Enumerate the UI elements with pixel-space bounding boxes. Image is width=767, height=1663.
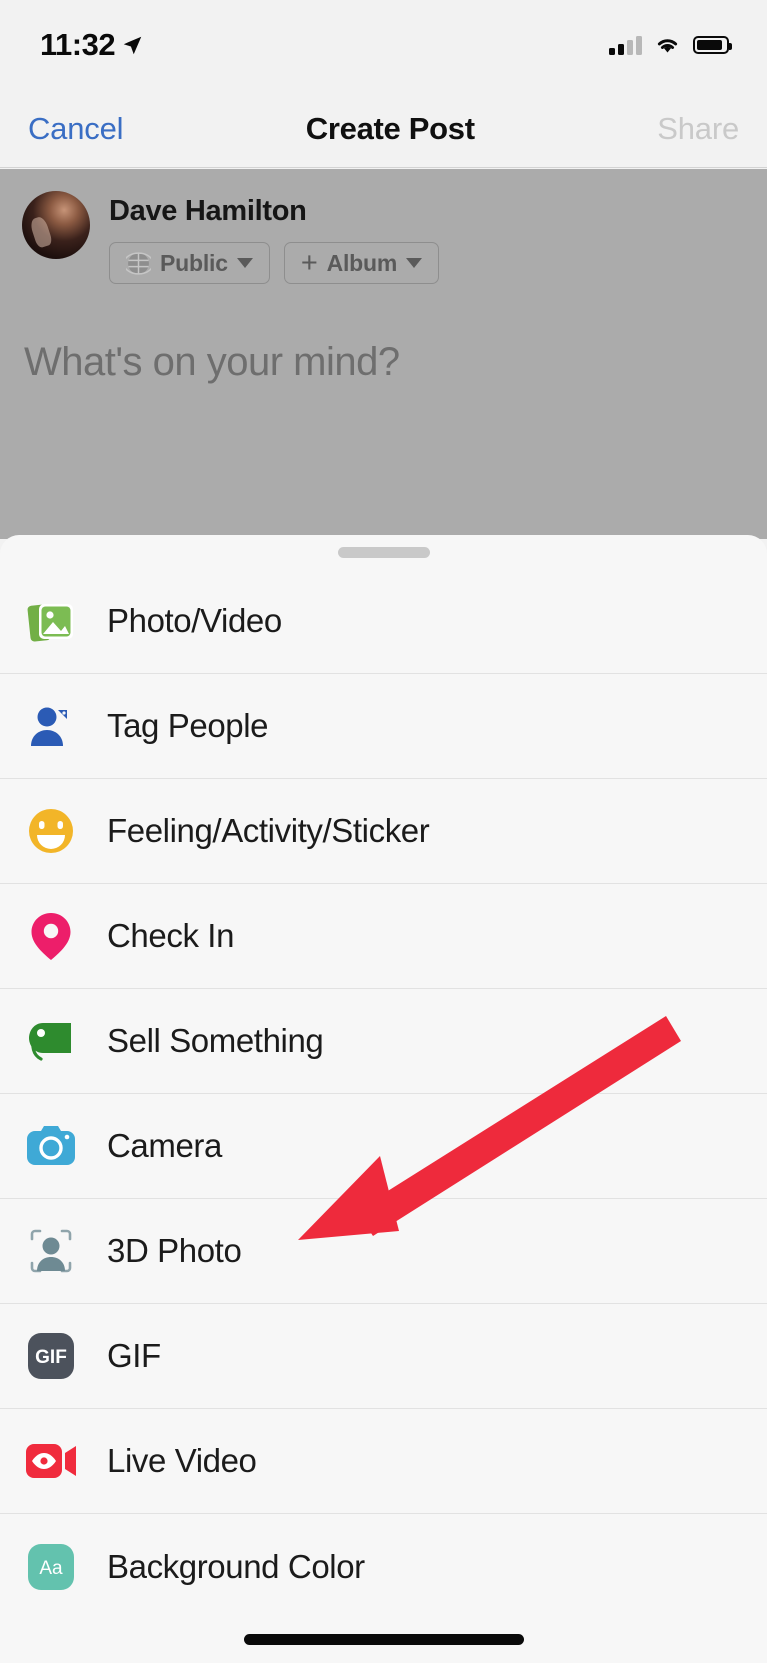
svg-text:GIF: GIF xyxy=(35,1347,67,1368)
album-label: Album xyxy=(326,249,398,276)
home-indicator xyxy=(243,1634,524,1645)
plus-icon: + xyxy=(300,246,318,279)
page-title: Create Post xyxy=(305,110,475,146)
list-item-label: Live Video xyxy=(107,1442,257,1479)
avatar[interactable] xyxy=(22,191,90,259)
chevron-down-icon xyxy=(406,258,423,268)
list-item-3d-photo[interactable]: 3D Photo xyxy=(0,1199,767,1304)
status-bar-left: 11:32 xyxy=(40,27,143,63)
chevron-down-icon xyxy=(236,258,253,268)
privacy-selector-button[interactable]: Public xyxy=(109,242,270,284)
list-item-photo-video[interactable]: Photo/Video xyxy=(0,569,767,674)
camera-icon xyxy=(22,1117,80,1175)
list-item-camera[interactable]: Camera xyxy=(0,1094,767,1199)
svg-text:Aa: Aa xyxy=(39,1558,63,1579)
smiley-face-icon xyxy=(22,802,80,860)
composer-identity: Dave Hamilton Public + Album xyxy=(109,191,440,284)
composer-text-input[interactable]: What's on your mind? xyxy=(0,284,767,385)
add-to-post-sheet: Photo/Video Tag People Feeling/Activity/… xyxy=(0,535,767,1663)
wifi-icon xyxy=(657,39,678,53)
list-item-label: Feeling/Activity/Sticker xyxy=(107,812,430,849)
location-arrow-icon xyxy=(123,36,142,54)
list-item-sell-something[interactable]: Sell Something xyxy=(0,989,767,1094)
cellular-signal-icon xyxy=(609,35,642,55)
list-item-label: Check In xyxy=(107,917,235,954)
map-pin-icon xyxy=(22,907,80,965)
status-bar: 11:32 xyxy=(0,0,767,90)
add-to-post-list: Photo/Video Tag People Feeling/Activity/… xyxy=(0,569,767,1619)
list-item-label: GIF xyxy=(107,1337,161,1374)
list-item-tag-people[interactable]: Tag People xyxy=(0,674,767,779)
list-item-label: 3D Photo xyxy=(107,1232,242,1269)
price-tag-icon xyxy=(22,1012,80,1070)
list-item-label: Background Color xyxy=(107,1547,365,1585)
three-d-photo-icon xyxy=(22,1222,80,1280)
album-selector-button[interactable]: + Album xyxy=(283,242,440,284)
list-item-check-in[interactable]: Check In xyxy=(0,884,767,989)
globe-icon xyxy=(126,251,151,275)
composer-header: Dave Hamilton Public + Album xyxy=(0,169,767,284)
list-item-label: Tag People xyxy=(107,707,269,744)
photo-video-icon xyxy=(22,592,80,650)
nav-bar: Cancel Create Post Share xyxy=(0,90,767,168)
post-composer: Dave Hamilton Public + Album What's on y… xyxy=(0,169,767,539)
battery-icon xyxy=(693,36,732,54)
list-item-feeling-activity-sticker[interactable]: Feeling/Activity/Sticker xyxy=(0,779,767,884)
user-name: Dave Hamilton xyxy=(109,195,307,227)
tag-people-icon xyxy=(22,697,80,755)
list-item-label: Sell Something xyxy=(107,1022,324,1059)
status-bar-right xyxy=(609,35,732,55)
cancel-button[interactable]: Cancel xyxy=(28,111,123,147)
drag-handle[interactable] xyxy=(337,547,430,558)
share-button[interactable]: Share xyxy=(657,111,739,147)
list-item-gif[interactable]: GIF GIF xyxy=(0,1304,767,1409)
gif-icon: GIF xyxy=(22,1327,80,1385)
live-video-icon xyxy=(22,1432,80,1490)
list-item-background-color[interactable]: Aa Background Color xyxy=(0,1514,767,1619)
privacy-label: Public xyxy=(160,249,228,276)
status-bar-time: 11:32 xyxy=(40,27,116,62)
list-item-live-video[interactable]: Live Video xyxy=(0,1409,767,1514)
background-color-icon: Aa xyxy=(22,1538,80,1596)
list-item-label: Photo/Video xyxy=(107,602,282,639)
composer-options: Public + Album xyxy=(109,242,440,284)
list-item-label: Camera xyxy=(107,1127,222,1164)
